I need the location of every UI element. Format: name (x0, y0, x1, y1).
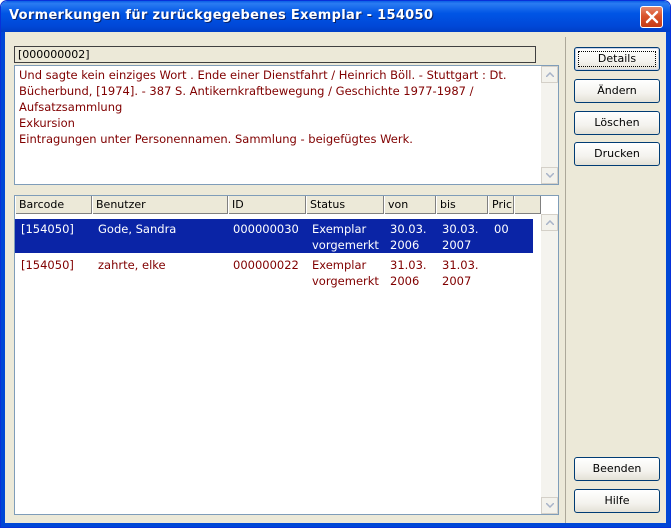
cell-id: 000000022 (233, 258, 299, 272)
cell-benutzer: zahrte, elke (98, 258, 166, 272)
beenden-button-label: Beenden (592, 462, 642, 475)
list-scroll-down-button[interactable] (541, 497, 558, 514)
close-button[interactable] (640, 6, 663, 28)
cell-status-line: Exemplar (312, 258, 367, 272)
cell-barcode: [154050] (21, 222, 74, 236)
aendern-button[interactable]: Ändern (574, 79, 660, 103)
title-bar[interactable]: Vormerkungen für zurückgegebenes Exempla… (1, 1, 670, 32)
list-scrollbar[interactable] (541, 214, 558, 514)
loeschen-button[interactable]: Löschen (574, 111, 660, 135)
list-header: Barcode Benutzer ID Status von bis Pric (15, 196, 541, 214)
column-header-status[interactable]: Status (306, 196, 384, 214)
description-scrollbar[interactable] (541, 66, 558, 184)
cell-barcode: [154050] (21, 258, 74, 272)
table-row[interactable]: [154050] Gode, Sandra 000000030 Exemplar… (15, 219, 533, 253)
drucken-button[interactable]: Drucken (574, 142, 660, 166)
close-icon (645, 10, 659, 24)
description-line: Bücherbund, [1974]. - 387 S. Antikernkra… (19, 84, 474, 98)
cell-bis-line: 30.03. (442, 222, 479, 236)
cell-von-line: 30.03. (390, 222, 427, 236)
cell-von-line: 31.03. (390, 258, 427, 272)
cell-status: Exemplar vorgemerkt (309, 257, 382, 289)
loeschen-button-label: Löschen (594, 116, 640, 129)
hilfe-button[interactable]: Hilfe (574, 489, 660, 513)
cell-von: 31.03. 2006 (387, 257, 430, 289)
cell-von-line: 2006 (390, 274, 420, 288)
dialog-window: Vormerkungen für zurückgegebenes Exempla… (0, 0, 671, 528)
description-line: Exkursion (19, 116, 75, 130)
cell-bis: 30.03. 2007 (439, 221, 482, 253)
cell-status-line: vorgemerkt (312, 238, 379, 252)
column-header-filler (514, 196, 541, 214)
list-scroll-up-button[interactable] (541, 214, 558, 231)
focus-rectangle (578, 51, 656, 67)
cell-pric: 00 (494, 222, 509, 236)
description-line: Eintragungen unter Personennamen. Sammlu… (19, 132, 413, 146)
reservations-list[interactable]: Barcode Benutzer ID Status von bis Pric … (14, 195, 559, 515)
cell-status-line: vorgemerkt (312, 274, 379, 288)
details-button[interactable]: Details (574, 47, 660, 71)
window-frame-bottom (1, 523, 670, 527)
table-row[interactable]: [154050] zahrte, elke 000000022 Exemplar… (15, 255, 533, 289)
cell-status: Exemplar vorgemerkt (309, 221, 382, 253)
cell-von: 30.03. 2006 (387, 221, 430, 253)
cell-bis-line: 31.03. (442, 258, 479, 272)
scroll-down-arrow-icon (546, 503, 554, 508)
cell-von-line: 2006 (390, 238, 420, 252)
cell-bis-line: 2007 (442, 274, 472, 288)
hilfe-button-label: Hilfe (604, 494, 630, 507)
drucken-button-label: Drucken (594, 147, 640, 160)
column-header-von[interactable]: von (384, 196, 436, 214)
scroll-up-arrow-icon (546, 72, 554, 77)
scroll-down-arrow-icon (546, 173, 554, 178)
description-line: Aufsatzsammlung (19, 100, 123, 114)
column-header-benutzer[interactable]: Benutzer (92, 196, 228, 214)
scroll-up-arrow-icon (546, 220, 554, 225)
column-header-id[interactable]: ID (228, 196, 306, 214)
main-panel: [000000002] Und sagte kein einziges Wort… (6, 37, 564, 523)
scroll-up-button[interactable] (541, 66, 558, 83)
description-line: Und sagte kein einziges Wort . Ende eine… (19, 68, 507, 82)
column-header-barcode[interactable]: Barcode (15, 196, 92, 214)
cell-bis-line: 2007 (442, 238, 472, 252)
column-header-bis[interactable]: bis (436, 196, 488, 214)
aendern-button-label: Ändern (597, 84, 637, 97)
scroll-down-button[interactable] (541, 167, 558, 184)
window-title: Vormerkungen für zurückgegebenes Exempla… (9, 8, 434, 23)
button-panel: Details Ändern Löschen Drucken Beenden H… (565, 37, 667, 523)
cell-bis: 31.03. 2007 (439, 257, 482, 289)
cell-benutzer: Gode, Sandra (98, 222, 177, 236)
column-header-pric[interactable]: Pric (488, 196, 514, 214)
record-description-textarea[interactable]: Und sagte kein einziges Wort . Ende eine… (14, 65, 559, 185)
beenden-button[interactable]: Beenden (574, 457, 660, 481)
record-id-field[interactable]: [000000002] (14, 46, 536, 63)
cell-id: 000000030 (233, 222, 299, 236)
cell-status-line: Exemplar (312, 222, 367, 236)
window-frame-left (1, 32, 5, 527)
